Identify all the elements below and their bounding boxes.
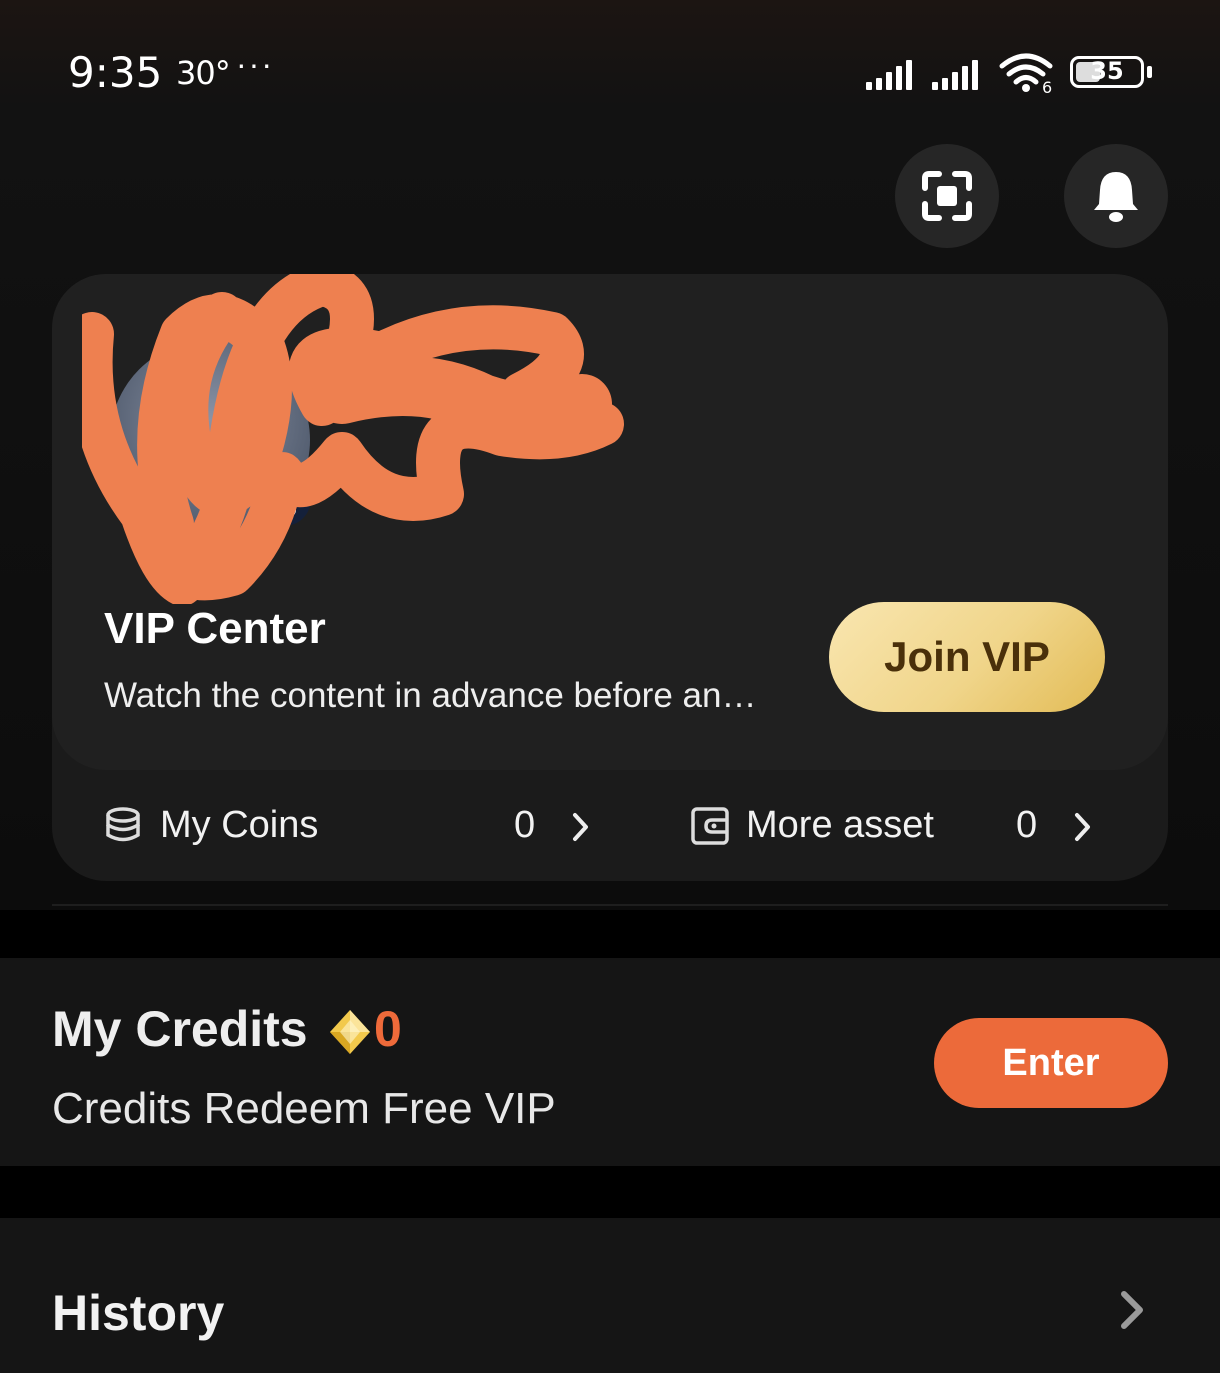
wifi-icon: 6 bbox=[998, 52, 1058, 99]
bell-icon bbox=[1094, 172, 1138, 222]
vip-description: Watch the content in advance before an… bbox=[104, 676, 757, 715]
my-coins-row[interactable]: My Coins 0 bbox=[52, 794, 612, 860]
signal-icon bbox=[866, 56, 920, 90]
battery-nub bbox=[1147, 66, 1152, 78]
coins-icon bbox=[106, 807, 140, 842]
vip-center-title: VIP Center bbox=[104, 604, 326, 653]
status-temperature: 30° bbox=[176, 54, 231, 92]
signal-icon-2 bbox=[932, 56, 986, 90]
history-title: History bbox=[52, 1285, 225, 1341]
my-credits-value: 0 bbox=[374, 1001, 402, 1057]
asset-chevron-right-icon bbox=[1075, 813, 1090, 841]
scan-icon bbox=[922, 171, 972, 221]
wifi-badge: 6 bbox=[1042, 78, 1052, 94]
diamond-icon bbox=[330, 1010, 370, 1054]
battery-icon: 35 bbox=[1070, 56, 1144, 88]
my-coins-label: My Coins bbox=[160, 804, 319, 846]
scan-button[interactable] bbox=[895, 144, 999, 248]
battery-level: 35 bbox=[1090, 57, 1124, 85]
coins-chevron-right-icon bbox=[573, 813, 588, 841]
wallet-icon bbox=[691, 807, 729, 845]
more-asset-row[interactable]: More asset 0 bbox=[652, 794, 1152, 860]
vip-panel: VIP Center Watch the content in advance … bbox=[52, 274, 1168, 770]
redaction-scribble bbox=[82, 274, 624, 604]
more-asset-label: More asset bbox=[746, 804, 934, 846]
divider bbox=[52, 904, 1168, 906]
history-row[interactable]: History bbox=[0, 1218, 1220, 1373]
enter-button[interactable]: Enter bbox=[934, 1018, 1168, 1108]
profile-card: VIP Center Watch the content in advance … bbox=[52, 274, 1168, 881]
more-asset-value: 0 bbox=[1016, 804, 1038, 846]
history-chevron-right-icon bbox=[1121, 1291, 1143, 1329]
status-more-icon: ··· bbox=[236, 46, 274, 82]
join-vip-button[interactable]: Join VIP bbox=[829, 602, 1105, 712]
my-credits-title: My Credits bbox=[52, 1001, 308, 1057]
status-time: 9:35 bbox=[68, 48, 163, 97]
notifications-button[interactable] bbox=[1064, 144, 1168, 248]
my-coins-value: 0 bbox=[514, 804, 536, 846]
credits-subtitle: Credits Redeem Free VIP bbox=[52, 1084, 556, 1133]
my-credits-section: My Credits 0 Credits Redeem Free VIP Ent… bbox=[0, 958, 1220, 1166]
